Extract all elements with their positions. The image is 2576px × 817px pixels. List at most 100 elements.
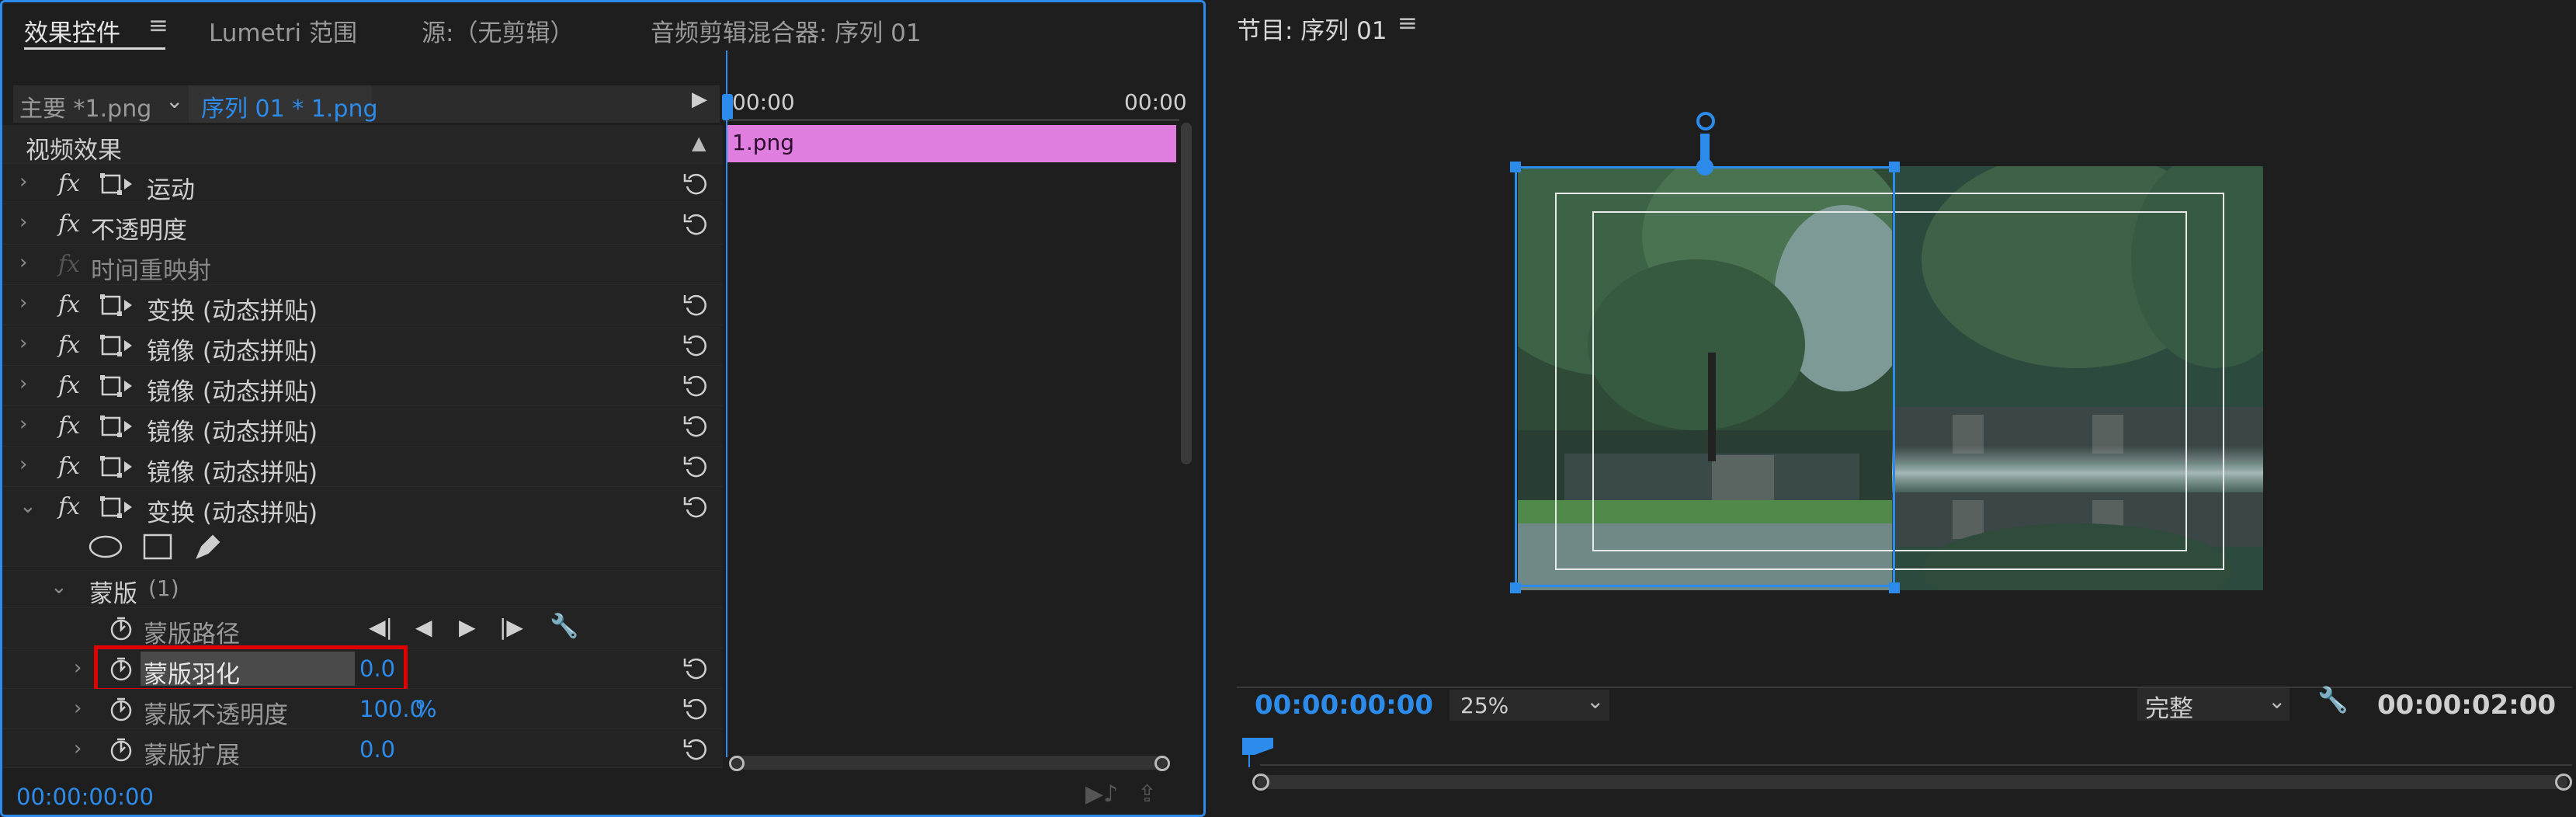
fx-icon[interactable]: fx — [58, 412, 80, 440]
tab-lumetri-scopes[interactable]: Lumetri 范围 — [209, 13, 357, 48]
chevron-right-icon[interactable]: › — [19, 170, 27, 193]
reset-icon[interactable] — [682, 413, 709, 440]
wrench-icon[interactable]: 🔧 — [2317, 685, 2349, 714]
stopwatch-icon[interactable] — [108, 736, 134, 763]
ellipse-mask-icon[interactable] — [88, 534, 123, 559]
rotation-handle[interactable] — [1696, 112, 1715, 130]
resize-handle[interactable] — [1510, 582, 1521, 593]
effect-row[interactable]: › fx 不透明度 — [2, 204, 723, 245]
fx-icon[interactable]: fx — [58, 210, 80, 238]
chevron-right-icon[interactable]: › — [19, 251, 27, 274]
chevron-right-icon[interactable]: › — [74, 656, 82, 680]
chevron-right-icon[interactable]: › — [19, 332, 27, 355]
timeline-h-scrollbar[interactable] — [732, 756, 1167, 770]
reset-icon[interactable] — [682, 696, 709, 722]
chevron-right-icon[interactable]: › — [74, 737, 82, 760]
chevron-right-icon[interactable]: › — [19, 412, 27, 436]
resize-handle[interactable] — [1889, 582, 1900, 593]
reset-icon[interactable] — [682, 494, 709, 520]
effect-row[interactable]: › fx 镜像 (动态拼贴) — [2, 366, 723, 406]
motion-transform-icon[interactable] — [99, 454, 134, 480]
reset-icon[interactable] — [682, 292, 709, 318]
motion-transform-icon[interactable] — [99, 171, 134, 197]
chevron-down-icon[interactable]: ⌄ — [165, 88, 183, 113]
reset-icon[interactable] — [682, 373, 709, 399]
chevron-right-icon[interactable]: › — [19, 210, 27, 234]
track-back-one-icon[interactable]: ◀ — [415, 614, 432, 640]
scroll-end-handle[interactable] — [1154, 756, 1170, 771]
chevron-right-icon[interactable]: › — [74, 697, 82, 720]
fx-icon[interactable]: fx — [58, 332, 80, 359]
playhead-handle[interactable] — [722, 94, 733, 120]
reset-icon[interactable] — [682, 332, 709, 359]
fx-icon[interactable]: fx — [58, 170, 80, 197]
panel-menu-icon[interactable]: ≡ — [148, 12, 168, 40]
fx-icon[interactable]: fx — [58, 372, 80, 399]
fx-icon[interactable]: fx — [58, 291, 80, 318]
mask-expansion-value[interactable]: 0.0 — [359, 736, 395, 763]
fx-icon[interactable]: fx — [58, 453, 80, 480]
chevron-right-icon[interactable]: › — [19, 291, 27, 315]
resize-handle[interactable] — [1889, 162, 1900, 172]
motion-transform-icon[interactable] — [99, 413, 134, 440]
effect-row[interactable]: › fx 镜像 (动态拼贴) — [2, 406, 723, 447]
scroll-end-handle[interactable] — [2555, 774, 2572, 791]
anchor-handle[interactable] — [1696, 158, 1713, 176]
chevron-down-icon[interactable]: ⌄ — [1586, 688, 1604, 714]
chevron-down-icon[interactable]: ⌄ — [50, 575, 68, 599]
reset-icon[interactable] — [682, 736, 709, 763]
fx-icon[interactable]: fx — [58, 493, 80, 520]
stopwatch-icon[interactable] — [108, 615, 134, 641]
stopwatch-icon[interactable] — [108, 696, 134, 722]
vertical-scrollbar[interactable] — [1181, 123, 1192, 464]
mini-playhead[interactable] — [1242, 738, 1273, 755]
bottom-bar — [2, 776, 1203, 815]
clip-bar[interactable] — [727, 125, 1176, 162]
reset-icon[interactable] — [682, 171, 709, 197]
motion-transform-icon[interactable] — [99, 332, 134, 359]
master-clip-label[interactable]: 主要 *1.png — [19, 89, 151, 123]
collapse-up-icon[interactable]: ▲ — [692, 132, 706, 154]
export-icon[interactable]: ⇪ — [1137, 780, 1157, 808]
resize-handle[interactable] — [1510, 162, 1521, 172]
chevron-right-icon[interactable]: › — [19, 453, 27, 476]
chevron-down-icon[interactable]: ⌄ — [2268, 688, 2286, 714]
mask-row[interactable]: ⌄ 蒙版 (1) — [2, 568, 723, 608]
scroll-start-handle[interactable] — [729, 756, 745, 771]
motion-transform-icon[interactable] — [99, 292, 134, 318]
scroll-start-handle[interactable] — [1252, 774, 1269, 791]
mask-opacity-value[interactable]: 100.0 — [359, 696, 424, 722]
wrench-icon[interactable]: 🔧 — [550, 613, 578, 640]
effect-row[interactable]: › fx 时间重映射 — [2, 245, 723, 285]
program-timecode[interactable]: 00:00:00:00 — [1255, 690, 1433, 721]
pen-mask-icon[interactable] — [193, 531, 224, 562]
effect-row[interactable]: › fx 镜像 (动态拼贴) — [2, 447, 723, 487]
selection-bounding-box[interactable] — [1515, 166, 1895, 587]
reset-icon[interactable] — [682, 211, 709, 238]
left-timecode[interactable]: 00:00:00:00 — [16, 784, 154, 810]
effect-row[interactable]: › fx 镜像 (动态拼贴) — [2, 325, 723, 366]
panel-menu-icon[interactable]: ≡ — [1397, 9, 1418, 37]
track-forward-one-icon[interactable]: ▶ — [459, 614, 476, 640]
play-arrow-icon[interactable]: ▶ — [692, 88, 707, 111]
program-title[interactable]: 节目: 序列 01 — [1237, 11, 1387, 46]
reset-icon[interactable] — [682, 454, 709, 480]
effect-row[interactable]: › fx 变换 (动态拼贴) — [2, 285, 723, 325]
program-scrollbar[interactable] — [1257, 775, 2567, 789]
track-backward-icon[interactable]: ◀| — [369, 614, 393, 640]
motion-transform-icon[interactable] — [99, 373, 134, 399]
tab-effect-controls[interactable]: 效果控件 — [24, 13, 120, 48]
fx-icon[interactable]: fx — [58, 251, 80, 278]
track-forward-icon[interactable]: |▶ — [499, 614, 523, 640]
tab-source[interactable]: 源:（无剪辑） — [422, 13, 574, 48]
reset-icon[interactable] — [682, 655, 709, 682]
tab-audio-clip-mixer[interactable]: 音频剪辑混合器: 序列 01 — [651, 13, 922, 48]
sequence-clip-label[interactable]: 序列 01 * 1.png — [201, 89, 378, 123]
play-audio-icon[interactable]: ▶♪ — [1085, 780, 1118, 808]
chevron-down-icon[interactable]: ⌄ — [19, 495, 36, 518]
chevron-right-icon[interactable]: › — [19, 372, 27, 395]
rectangle-mask-icon[interactable] — [142, 533, 173, 561]
motion-transform-icon[interactable] — [99, 494, 134, 520]
effect-row[interactable]: ⌄ fx 变换 (动态拼贴) — [2, 487, 723, 527]
effect-row[interactable]: › fx 运动 — [2, 164, 723, 204]
